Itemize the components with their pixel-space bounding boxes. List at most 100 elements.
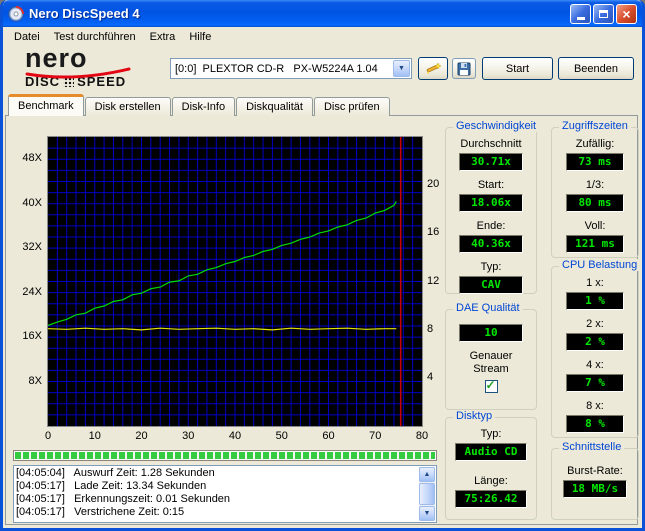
cpu-1x-display: 1 % <box>566 292 624 310</box>
tab-disk-info[interactable]: Disk-Info <box>171 97 236 116</box>
log-line: [04:05:17] Lade Zeit: 13.34 Sekunden <box>16 480 207 492</box>
cpu-1x-label: 1 x: <box>586 277 604 289</box>
tab-disc-pruefen[interactable]: Disc prüfen <box>313 97 390 116</box>
speed-type-label: Typ: <box>480 261 502 273</box>
scroll-up-button[interactable]: ▲ <box>419 467 435 482</box>
scroll-down-button[interactable]: ▼ <box>419 506 435 521</box>
dae-quality-panel: DAE Qualität 10 Genauer Stream ✓ <box>445 302 537 410</box>
app-window: Nero DiscSpeed 4 × Datei Test durchführe… <box>0 0 645 531</box>
save-button[interactable] <box>452 58 476 79</box>
y-left-tick: 8X <box>28 374 42 387</box>
menu-bar: Datei Test durchführen Extra Hilfe <box>3 27 642 47</box>
benchmark-chart: 48X 40X 32X 24X 16X 8X 20 16 12 8 4 0 10 20 30 40 50 60… <box>12 124 444 446</box>
disc-length-label: Länge: <box>474 475 508 487</box>
y-left-tick: 16X <box>22 330 42 343</box>
title-bar[interactable]: Nero DiscSpeed 4 × <box>3 0 642 27</box>
log-line: [04:05:17] Erkennungszeit: 0.01 Sekunden <box>16 493 231 505</box>
y-axis-right-labels: 20 16 12 8 4 <box>425 124 444 446</box>
third-access-display: 80 ms <box>566 194 624 212</box>
burst-rate-display: 18 MB/s <box>563 480 627 498</box>
quit-button[interactable]: Beenden <box>558 57 634 80</box>
progress-bar-fill <box>15 452 435 459</box>
minimize-icon <box>576 16 585 20</box>
floppy-icon <box>457 62 471 75</box>
menu-hilfe[interactable]: Hilfe <box>182 29 218 45</box>
end-speed-display: 40.36x <box>459 235 523 253</box>
nero-logo: nero DISC SPEED <box>25 45 155 92</box>
tab-disk-erstellen[interactable]: Disk erstellen <box>84 97 171 116</box>
burst-rate-label: Burst-Rate: <box>567 465 623 477</box>
y-left-tick: 48X <box>22 152 42 165</box>
y-left-tick: 32X <box>22 241 42 254</box>
window-title: Nero DiscSpeed 4 <box>29 6 140 21</box>
log-output: [04:05:04] Auswurf Zeit: 1.28 Sekunden [… <box>13 465 437 523</box>
log-scrollbar[interactable]: ▲ ▼ <box>419 467 435 521</box>
disc-type-panel: Disktyp Typ: Audio CD Länge: 75:26.42 <box>445 410 537 520</box>
full-access-label: Voll: <box>584 220 606 232</box>
full-access-display: 121 ms <box>566 235 624 253</box>
wand-icon <box>426 61 442 74</box>
exact-stream-checkbox[interactable]: ✓ <box>484 378 498 393</box>
disc-type-title: Disktyp <box>453 410 496 422</box>
options-button[interactable] <box>418 57 448 80</box>
start-button[interactable]: Start <box>482 57 553 80</box>
tab-benchmark[interactable]: Benchmark <box>8 94 84 116</box>
cpu-2x-display: 2 % <box>566 333 624 351</box>
menu-extra[interactable]: Extra <box>143 29 183 45</box>
cpu-8x-label: 8 x: <box>586 400 604 412</box>
x-tick: 60 <box>322 430 335 442</box>
chevron-down-icon[interactable]: ▼ <box>393 60 410 77</box>
access-times-title: Zugriffszeiten <box>559 120 631 132</box>
disc-type-label: Typ: <box>480 428 502 440</box>
x-tick: 10 <box>88 430 101 442</box>
cpu-2x-label: 2 x: <box>586 318 604 330</box>
start-speed-label: Start: <box>477 179 505 191</box>
y-left-tick: 40X <box>22 196 42 209</box>
drive-select-value: [0:0] PLEXTOR CD-R PX-W5224A 1.04 <box>175 62 378 75</box>
app-icon <box>8 5 24 21</box>
interface-panel: Schnittstelle Burst-Rate: 18 MB/s <box>551 441 639 520</box>
disc-length-display: 75:26.42 <box>455 490 527 508</box>
y-right-tick: 20 <box>427 178 440 191</box>
third-access-label: 1/3: <box>585 179 605 191</box>
dae-quality-title: DAE Qualität <box>453 302 523 314</box>
x-tick: 30 <box>182 430 195 442</box>
y-axis-left-labels: 48X 40X 32X 24X 16X 8X <box>12 124 44 446</box>
series-read-speed <box>48 201 397 326</box>
avg-speed-display: 30.71x <box>459 153 523 171</box>
x-axis-labels: 0 10 20 30 40 50 60 70 80 <box>12 430 444 444</box>
interface-title: Schnittstelle <box>559 441 625 453</box>
series-rotation-speed <box>48 327 397 331</box>
maximize-icon <box>599 9 608 18</box>
x-tick: 20 <box>135 430 148 442</box>
speed-panel-title: Geschwindigkeit <box>453 120 540 132</box>
speed-type-display: CAV <box>459 276 523 294</box>
log-line: [04:05:17] Verstrichene Zeit: 0:15 <box>16 506 185 518</box>
cpu-8x-display: 8 % <box>566 415 624 433</box>
scrollbar-thumb[interactable] <box>419 483 435 505</box>
progress-bar <box>13 450 437 461</box>
close-icon: × <box>622 5 631 22</box>
dae-score-display: 10 <box>459 324 523 342</box>
maximize-button[interactable] <box>593 3 614 24</box>
y-right-tick: 4 <box>427 370 434 383</box>
x-tick: 0 <box>44 430 52 442</box>
cpu-4x-label: 4 x: <box>586 359 604 371</box>
y-right-tick: 12 <box>427 274 440 287</box>
tab-diskqualitaet[interactable]: Diskqualität <box>236 97 313 116</box>
check-icon: ✓ <box>485 378 496 392</box>
random-access-label: Zufällig: <box>575 138 615 150</box>
close-button[interactable]: × <box>616 3 637 24</box>
minimize-button[interactable] <box>570 3 591 24</box>
y-right-tick: 16 <box>427 226 440 239</box>
x-tick: 50 <box>275 430 288 442</box>
cpu-usage-title: CPU Belastung <box>559 259 641 271</box>
avg-speed-label: Durchschnitt <box>460 138 522 150</box>
access-times-panel: Zugriffszeiten Zufällig: 73 ms 1/3: 80 m… <box>551 120 639 258</box>
drive-select[interactable]: [0:0] PLEXTOR CD-R PX-W5224A 1.04 ▼ <box>170 58 412 79</box>
disc-type-display: Audio CD <box>455 443 527 461</box>
chart-plot-area <box>47 136 423 427</box>
y-left-tick: 24X <box>22 285 42 298</box>
chart-plot <box>48 137 422 426</box>
x-tick: 80 <box>415 430 429 442</box>
